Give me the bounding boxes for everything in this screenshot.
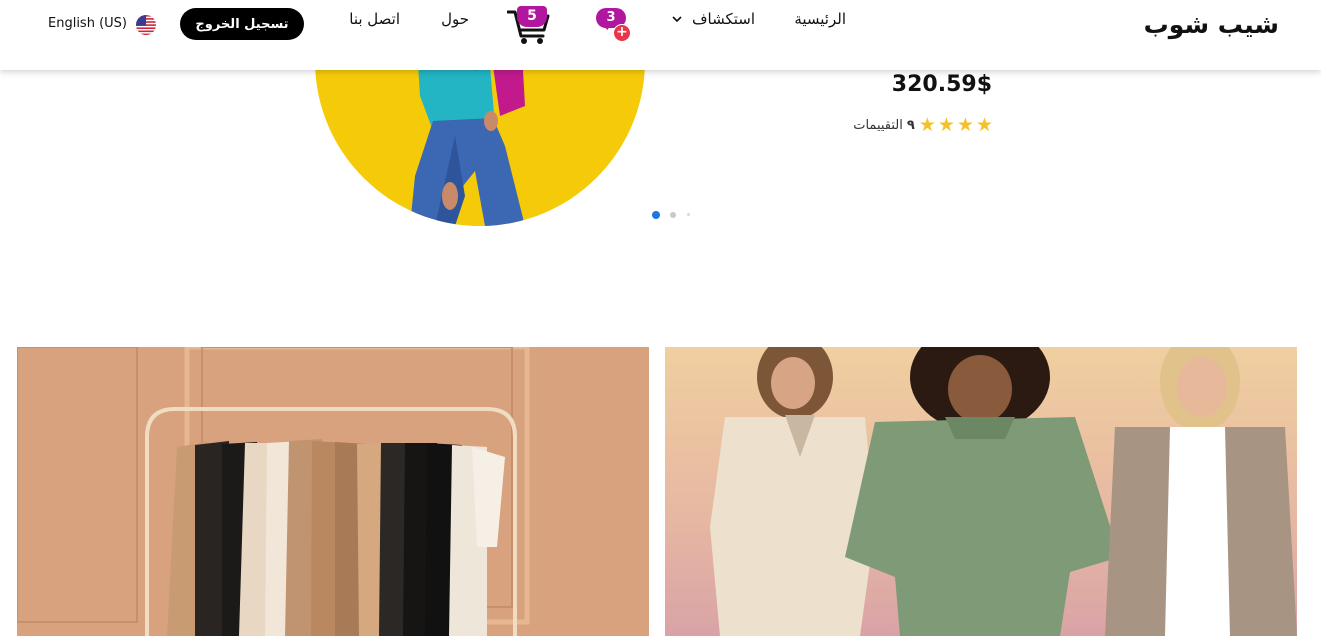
product-price: 320.59$ (891, 72, 992, 97)
cart-button[interactable]: 5 (506, 4, 551, 46)
nav-contact[interactable]: اتصل بنا (349, 10, 400, 28)
rating-stars: ★ ★ ★ ★ (919, 116, 993, 135)
nav-about[interactable]: حول (441, 10, 469, 28)
nav-explore-label: استكشاف (691, 10, 755, 28)
star-icon: ★ (956, 114, 974, 136)
site-logo[interactable]: شيب شوب (1144, 10, 1279, 39)
star-icon: ★ (975, 114, 993, 136)
clothing-rack-banner[interactable] (17, 347, 649, 636)
star-icon: ★ (937, 114, 955, 136)
rating-label: التقييمات (853, 118, 903, 133)
slider-dot-1[interactable] (652, 211, 660, 219)
women-fashion-banner[interactable] (665, 347, 1297, 636)
plus-icon: + (613, 24, 631, 42)
us-flag-icon[interactable] (136, 15, 156, 35)
wishlist-button[interactable]: ♥ 3 + (593, 6, 631, 42)
site-header: شيب شوب الرئيسية استكشاف ♥ 3 + 5 حول اتص… (0, 0, 1321, 70)
slider-dot-2[interactable] (670, 212, 676, 218)
chevron-down-icon (672, 16, 682, 23)
slider-dot-3[interactable] (687, 213, 690, 216)
logout-button[interactable]: تسجيل الخروج (180, 8, 304, 40)
rating-count: ٩ (906, 118, 915, 133)
cart-count-badge: 5 (517, 6, 547, 27)
language-selector[interactable]: English (US) (48, 16, 127, 31)
star-icon: ★ (918, 114, 936, 136)
slider-pagination (652, 210, 696, 220)
nav-explore[interactable]: استكشاف (672, 10, 755, 28)
nav-home[interactable]: الرئيسية (794, 10, 846, 28)
product-rating: ★ ★ ★ ★ ٩ التقييمات (853, 116, 993, 135)
